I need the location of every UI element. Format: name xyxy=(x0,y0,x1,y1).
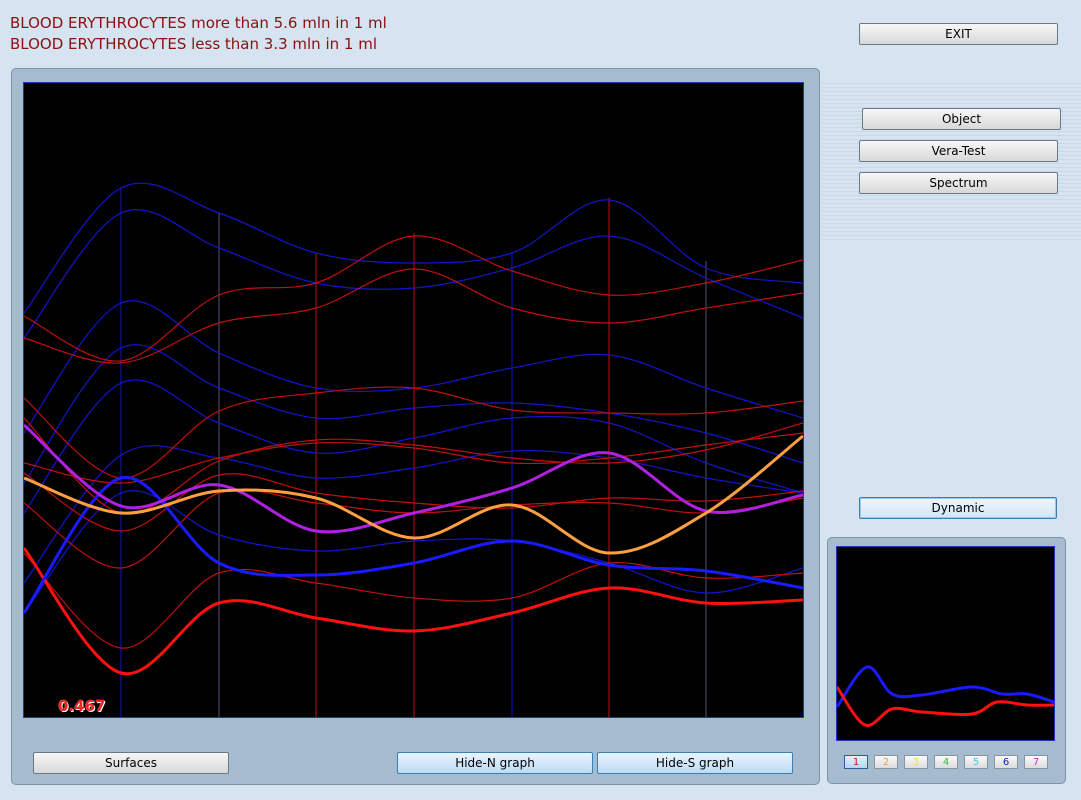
object-button[interactable]: Object xyxy=(862,108,1061,130)
graph-tab-2[interactable]: 2 xyxy=(874,755,898,769)
alert-line-1: BLOOD ERYTHROCYTES more than 5.6 mln in … xyxy=(10,14,387,32)
graph-tab-1[interactable]: 1 xyxy=(844,755,868,769)
hide-s-graph-button[interactable]: Hide-S graph xyxy=(597,752,793,774)
dynamic-button[interactable]: Dynamic xyxy=(859,497,1057,519)
graph-tab-3[interactable]: 3 xyxy=(904,755,928,769)
mini-blue-curve xyxy=(837,665,1054,708)
surfaces-button[interactable]: Surfaces xyxy=(33,752,229,774)
mini-graph[interactable] xyxy=(836,546,1055,741)
exit-button[interactable]: EXIT xyxy=(859,23,1058,45)
alert-line-2: BLOOD ERYTHROCYTES less than 3.3 mln in … xyxy=(10,35,377,53)
graph-tab-6[interactable]: 6 xyxy=(994,755,1018,769)
graph-tab-7[interactable]: 7 xyxy=(1024,755,1048,769)
main-graph-svg xyxy=(24,182,803,717)
graph-readout: 0.467 xyxy=(58,697,106,715)
spectrum-button[interactable]: Spectrum xyxy=(859,172,1058,194)
hide-n-graph-button[interactable]: Hide-N graph xyxy=(397,752,593,774)
graph-tab-4[interactable]: 4 xyxy=(934,755,958,769)
main-graph[interactable] xyxy=(23,82,804,718)
graph-tab-5[interactable]: 5 xyxy=(964,755,988,769)
vera-test-button[interactable]: Vera-Test xyxy=(859,140,1058,162)
mini-graph-svg xyxy=(837,665,1054,727)
